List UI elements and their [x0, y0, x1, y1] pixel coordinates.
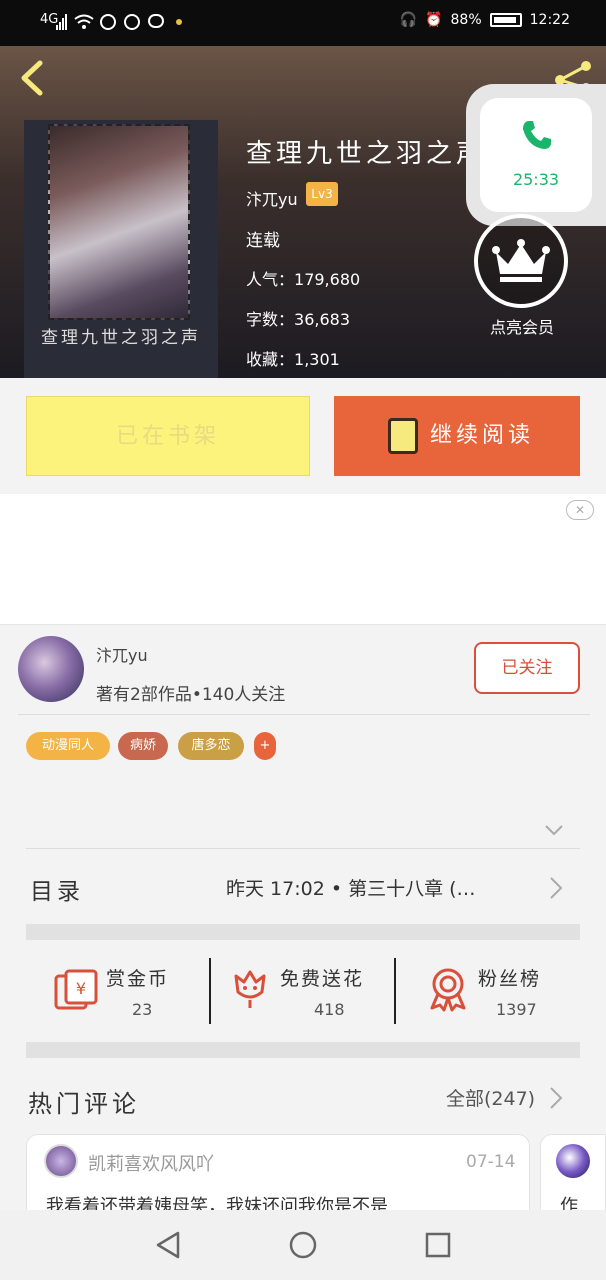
author-section-name[interactable]: 汴兀yu — [96, 642, 148, 666]
chevron-right-icon[interactable] — [548, 876, 564, 900]
book-title: 查理九世之羽之声 — [246, 139, 487, 169]
gold-reward-label[interactable]: 赏金币 — [106, 964, 169, 991]
status-bar: 4G 🎧 ⏰ 88% 12:22 — [0, 0, 606, 46]
notification-dot-icon — [176, 19, 182, 25]
nav-home-icon[interactable] — [288, 1230, 318, 1260]
gold-reward-count: 23 — [132, 1000, 153, 1019]
clock: 12:22 — [529, 12, 570, 28]
headphone-icon: 🎧 — [399, 12, 418, 28]
system-nav-bar — [0, 1210, 606, 1280]
book-icon — [388, 418, 418, 454]
author-info: 著有2部作品•140人关注 — [96, 685, 286, 705]
flower-icon[interactable] — [230, 966, 270, 1010]
chevron-right-icon[interactable] — [548, 1086, 564, 1110]
follow-button[interactable]: 已关注 — [474, 642, 580, 694]
cover-title: 查理九世之羽之声 — [41, 328, 201, 348]
vip-label[interactable]: 点亮会员 — [472, 314, 572, 338]
continue-reading-button[interactable]: 继续阅读 — [334, 396, 580, 476]
crown-icon — [492, 239, 550, 282]
back-arrow-icon[interactable] — [18, 60, 48, 96]
tag-multi-romance[interactable]: 唐多恋 — [178, 732, 244, 760]
tag-yandere[interactable]: 病娇 — [118, 732, 168, 760]
in-shelf-button[interactable]: 已在书架 — [26, 396, 310, 476]
favorites-stat: 收藏：1,301 — [246, 350, 340, 369]
call-card[interactable] — [480, 98, 592, 212]
battery-icon — [489, 13, 522, 27]
separator-bar — [26, 1042, 580, 1058]
cover-artwork — [48, 124, 190, 320]
commenter-avatar[interactable] — [44, 1144, 78, 1178]
divider — [394, 958, 396, 1024]
all-comments-link[interactable]: 全部(247) — [446, 1084, 535, 1111]
hot-comments-title: 热门评论 — [28, 1090, 140, 1118]
fan-rank-count: 1397 — [496, 1000, 537, 1019]
k-app-icon — [100, 14, 116, 30]
serial-status: 连载 — [246, 231, 280, 251]
wifi-icon — [74, 14, 94, 29]
nav-back-icon[interactable] — [154, 1230, 182, 1260]
call-duration: 25:33 — [512, 170, 560, 189]
status-right: 🎧 ⏰ 88% 12:22 — [400, 12, 570, 28]
vip-button[interactable] — [474, 214, 568, 308]
nav-recents-icon[interactable] — [424, 1231, 452, 1259]
free-flower-count: 418 — [314, 1000, 345, 1019]
continue-reading-label: 继续阅读 — [430, 423, 535, 448]
tag-add-button[interactable]: + — [254, 732, 276, 760]
divider — [26, 848, 580, 849]
comment-date: 07-14 — [466, 1152, 516, 1172]
popularity-stat: 人气：179,680 — [246, 270, 361, 289]
latest-chapter[interactable]: 昨天 17:02 • 第三十八章 (… — [226, 874, 476, 901]
tag-anime-fanfic[interactable]: 动漫同人 — [26, 732, 110, 760]
separator-bar — [26, 924, 580, 940]
word-count-stat: 字数：36,683 — [246, 310, 350, 329]
signal-bars-icon — [56, 14, 67, 30]
level-badge: Lv3 — [306, 182, 338, 206]
chevron-down-icon[interactable] — [544, 820, 564, 840]
ad-close-icon[interactable]: ✕ — [566, 500, 594, 520]
red-envelope-icon[interactable]: ¥ — [54, 968, 98, 1012]
author-avatar[interactable] — [18, 636, 84, 702]
wechat-icon — [148, 14, 164, 28]
divider — [209, 958, 211, 1024]
alarm-icon: ⏰ — [425, 12, 443, 28]
ad-banner — [0, 494, 606, 624]
svg-text:¥: ¥ — [76, 979, 86, 998]
phone-icon — [523, 121, 551, 149]
commenter-avatar[interactable] — [556, 1144, 590, 1178]
medal-icon[interactable] — [428, 966, 468, 1012]
divider — [18, 714, 590, 715]
fan-rank-label[interactable]: 粉丝榜 — [478, 964, 541, 991]
sync-app-icon — [124, 14, 140, 30]
battery-percent: 88% — [450, 12, 482, 28]
section-divider — [0, 624, 606, 625]
free-flower-label[interactable]: 免费送花 — [280, 964, 364, 991]
catalog-label[interactable]: 目录 — [30, 872, 84, 906]
author-name[interactable]: 汴兀yu — [246, 186, 298, 210]
commenter-name[interactable]: 凯莉喜欢风风吖 — [88, 1150, 214, 1176]
